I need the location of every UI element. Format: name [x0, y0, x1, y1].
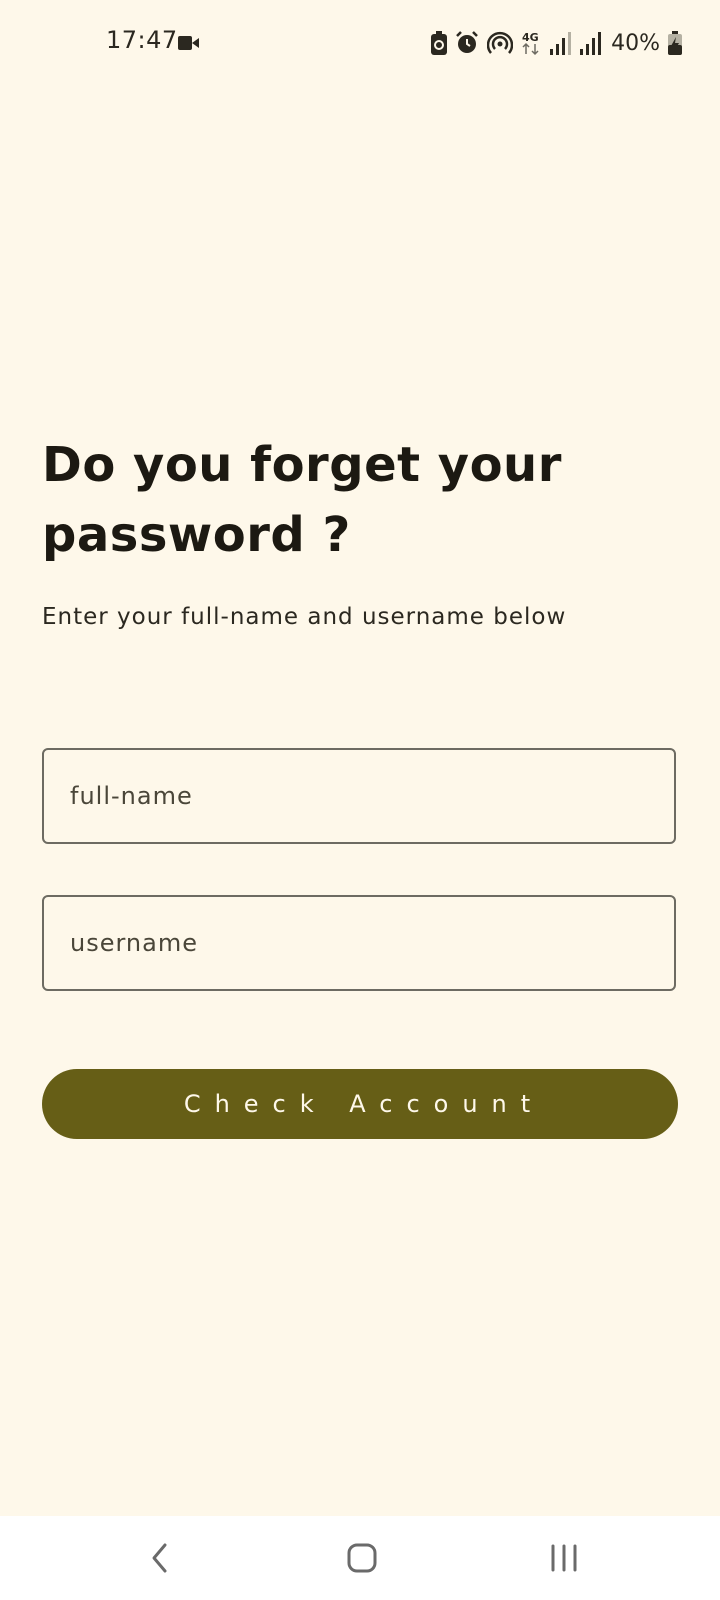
network-label: 4G	[522, 31, 539, 44]
status-icons: 4G 40%	[431, 30, 682, 56]
battery-charging-icon	[668, 31, 682, 55]
status-bar: 17:47 4G 40%	[0, 0, 720, 88]
fullname-input[interactable]	[42, 748, 676, 844]
check-account-button[interactable]: Check Account	[42, 1069, 678, 1139]
4g-data-icon: 4G	[521, 30, 541, 56]
back-icon[interactable]	[136, 1534, 184, 1582]
battery-percent: 40%	[611, 30, 660, 56]
battery-saver-icon	[431, 31, 448, 55]
status-time: 17:47	[106, 26, 178, 54]
username-input[interactable]	[42, 895, 676, 991]
home-icon[interactable]	[338, 1534, 386, 1582]
page-title: Do you forget your password ?	[42, 437, 562, 563]
signal-icon	[579, 31, 602, 55]
recents-icon[interactable]	[540, 1534, 588, 1582]
alarm-icon	[455, 31, 479, 55]
page-subtitle: Enter your full-name and username below	[42, 604, 567, 630]
signal-icon	[549, 31, 572, 55]
hotspot-icon	[487, 31, 514, 55]
video-icon	[178, 35, 200, 55]
navigation-bar	[0, 1516, 720, 1600]
